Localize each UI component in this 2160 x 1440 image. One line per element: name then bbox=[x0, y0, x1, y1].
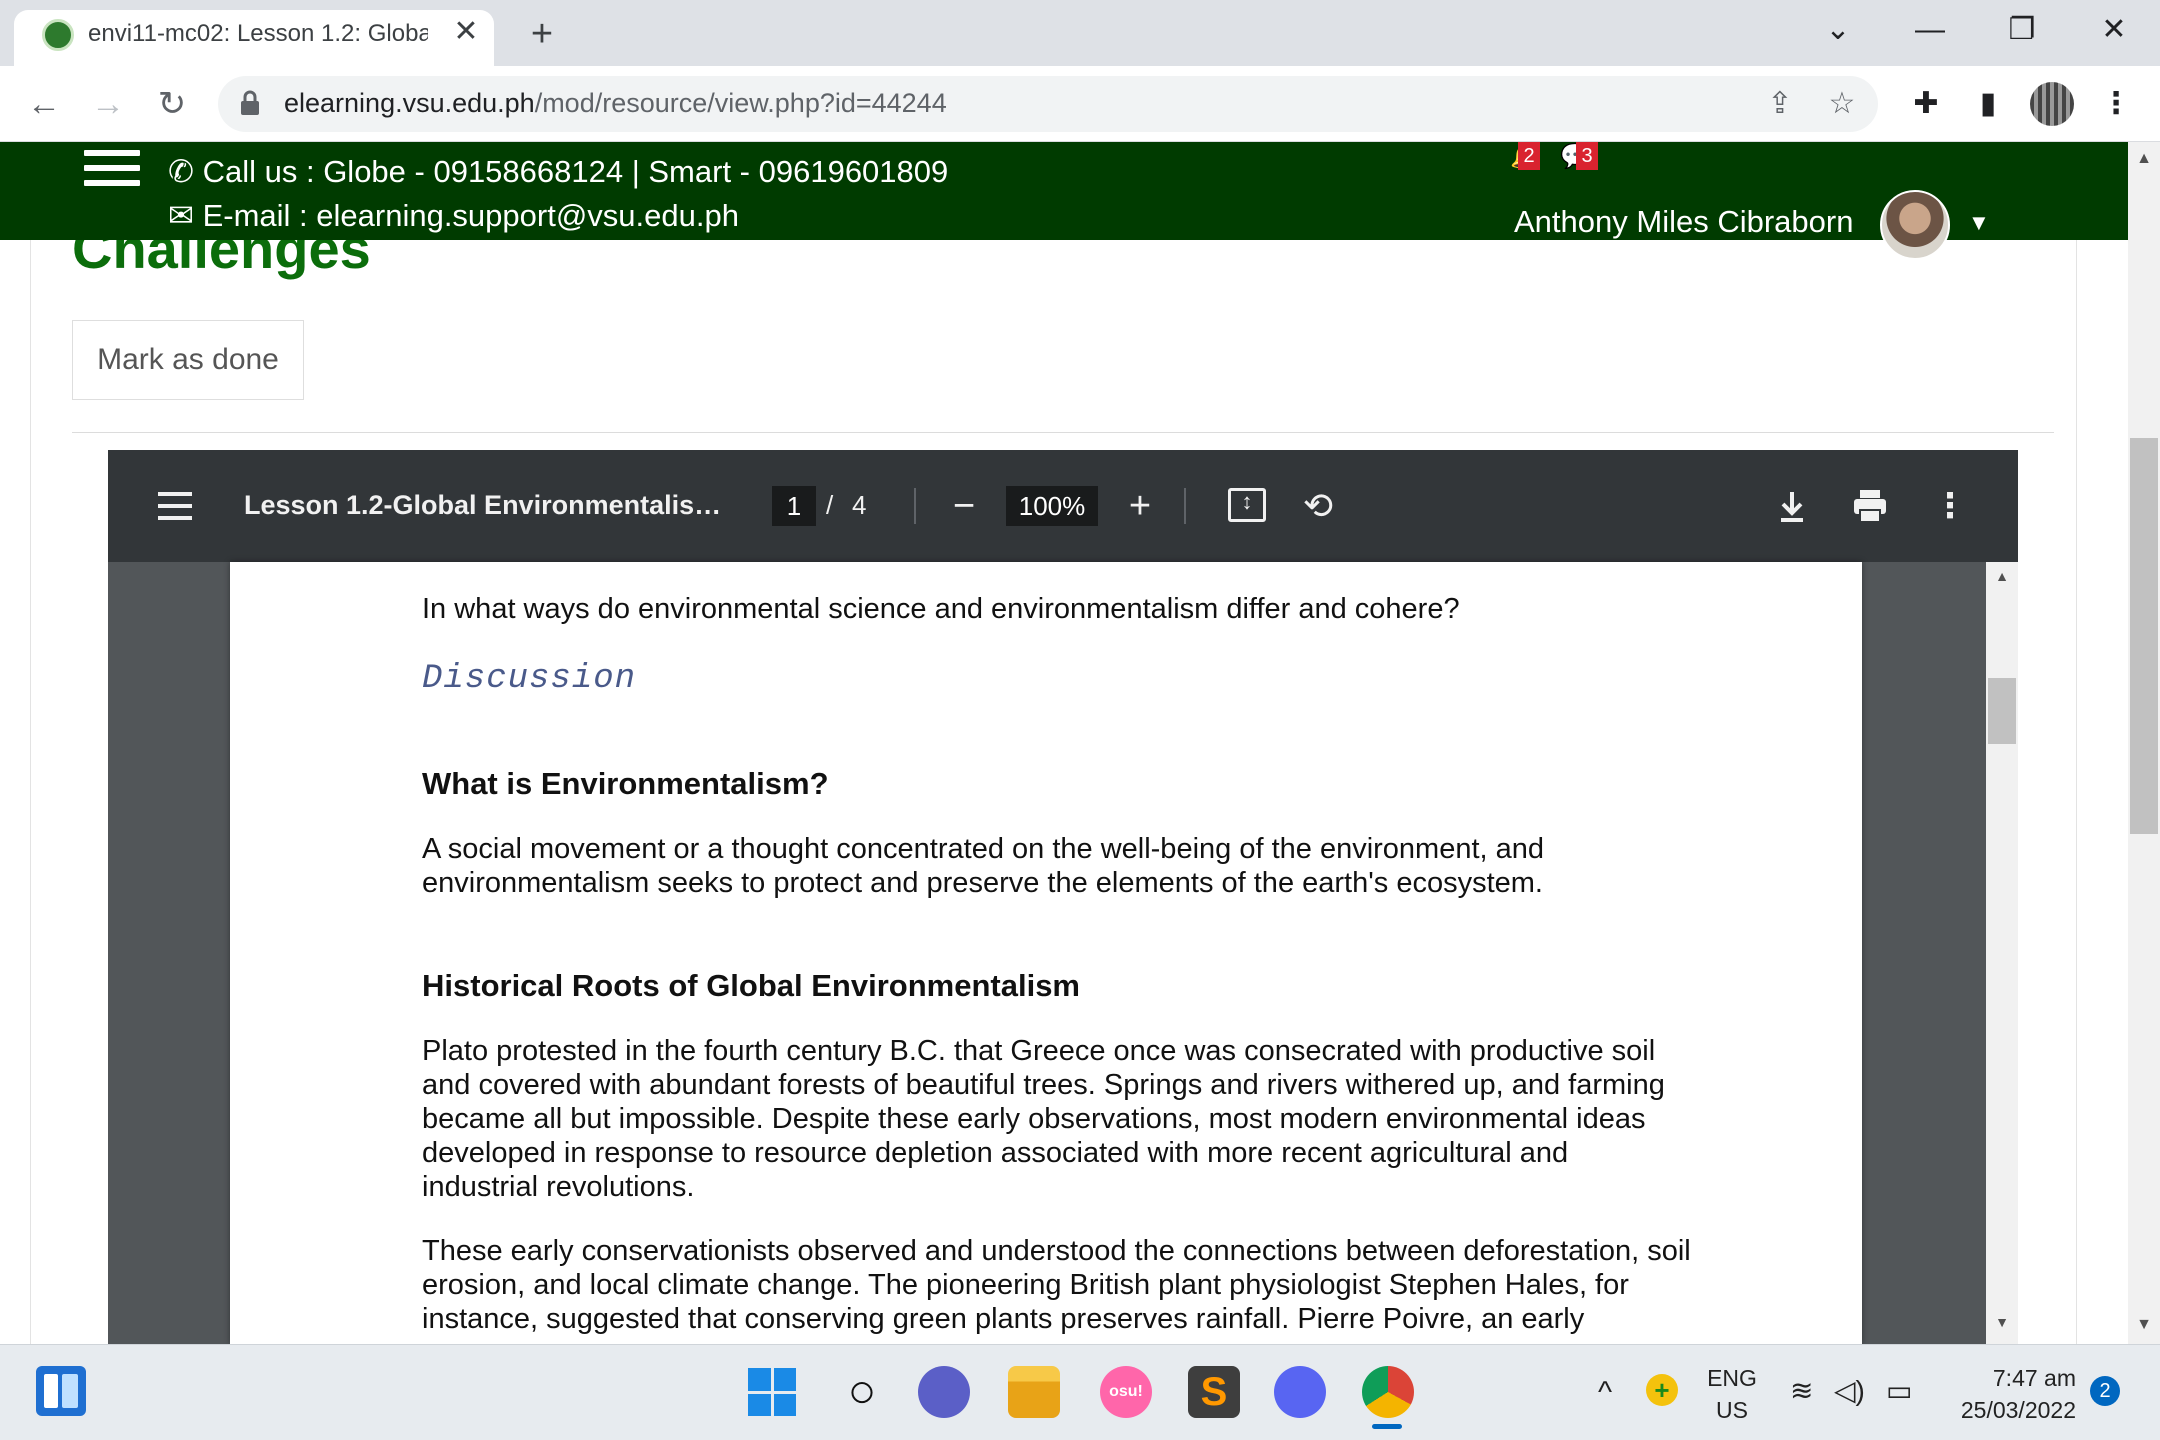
close-window-button[interactable]: ✕ bbox=[2084, 8, 2144, 52]
battery-icon[interactable]: ▭ bbox=[1886, 1374, 1912, 1407]
user-avatar[interactable] bbox=[1880, 190, 1950, 260]
active-app-indicator bbox=[1372, 1424, 1402, 1429]
notification-badge[interactable]: 2 bbox=[2090, 1376, 2120, 1406]
new-tab-button[interactable]: + bbox=[520, 12, 564, 56]
envelope-icon: ✉ bbox=[168, 198, 203, 233]
page-separator: / bbox=[826, 490, 834, 520]
pdf-question: In what ways do environmental science an… bbox=[422, 593, 1460, 625]
start-windows-icon[interactable] bbox=[748, 1368, 796, 1416]
minimize-button[interactable]: — bbox=[1900, 8, 1960, 52]
site-favicon-icon bbox=[42, 19, 74, 51]
scroll-down-arrow-icon[interactable]: ▼ bbox=[2130, 1316, 2158, 1338]
wifi-icon[interactable]: ≋ bbox=[1790, 1374, 1813, 1407]
messages-badge[interactable]: 3 bbox=[1576, 142, 1598, 170]
download-icon[interactable] bbox=[1770, 484, 1814, 528]
osu-app-icon[interactable]: osu! bbox=[1100, 1366, 1152, 1418]
phone-icon: ✆ bbox=[168, 154, 203, 189]
email-text: E-mail : elearning.support@vsu.edu.ph bbox=[202, 198, 739, 233]
content-border-left bbox=[30, 240, 31, 1344]
url-text[interactable]: elearning.vsu.edu.ph/mod/resource/view.p… bbox=[284, 88, 947, 119]
pdf-scroll-up-icon[interactable]: ▲ bbox=[1988, 568, 2016, 584]
pdf-paragraph: These early conservationists observed an… bbox=[422, 1235, 1691, 1335]
nav-drawer-menu-icon[interactable] bbox=[84, 150, 140, 194]
lock-icon bbox=[241, 90, 259, 115]
more-options-icon[interactable]: ⋮ bbox=[1930, 484, 1970, 528]
chevron-up-icon[interactable]: ^ bbox=[1598, 1376, 1612, 1410]
divider bbox=[72, 432, 2054, 433]
reload-icon[interactable]: ↻ bbox=[150, 82, 194, 126]
tab-title: envi11-mc02: Lesson 1.2: Global E bbox=[88, 20, 428, 47]
pdf-paragraph: A social movement or a thought concentra… bbox=[422, 833, 1545, 899]
file-explorer-icon[interactable] bbox=[1008, 1366, 1060, 1418]
pdf-page: In what ways do environmental science an… bbox=[230, 562, 1862, 1344]
language-code: ENG bbox=[1707, 1365, 1757, 1391]
forward-arrow-icon[interactable]: → bbox=[86, 82, 130, 126]
back-arrow-icon[interactable]: ← bbox=[22, 82, 66, 126]
teams-chat-icon[interactable] bbox=[918, 1366, 970, 1418]
user-name[interactable]: Anthony Miles Cibraborn bbox=[1514, 204, 1853, 240]
pdf-heading-historical-roots: Historical Roots of Global Environmental… bbox=[422, 968, 1080, 1003]
page-total: 4 bbox=[852, 490, 867, 520]
taskbar-search-icon[interactable]: ○ bbox=[836, 1366, 888, 1418]
call-us-text: Call us : Globe - 09158668124 | Smart - … bbox=[202, 154, 949, 189]
url-path: /mod/resource/view.php?id=44244 bbox=[534, 88, 947, 118]
zoom-in-button[interactable]: + bbox=[1120, 486, 1160, 526]
widgets-icon[interactable] bbox=[36, 1366, 86, 1416]
chrome-menu-icon[interactable]: ⋮ bbox=[2094, 82, 2138, 126]
url-host: elearning.vsu.edu.ph bbox=[284, 88, 535, 118]
tab-search-button[interactable]: ⌄ bbox=[1808, 8, 1868, 52]
discord-icon[interactable] bbox=[1274, 1366, 1326, 1418]
extensions-puzzle-icon[interactable]: ✚ bbox=[1904, 82, 1948, 126]
pdf-scroll-down-icon[interactable]: ▼ bbox=[1988, 1314, 2016, 1330]
region-code: US bbox=[1716, 1397, 1748, 1423]
pdf-outline-menu-icon[interactable] bbox=[158, 492, 192, 520]
chevron-down-icon[interactable]: ▼ bbox=[1968, 210, 1990, 236]
pdf-scrollbar-thumb[interactable] bbox=[1988, 678, 2016, 744]
zoom-level-input[interactable]: 100% bbox=[1006, 486, 1098, 526]
volume-icon[interactable]: ◁) bbox=[1834, 1374, 1865, 1407]
clock[interactable]: 7:47 am 25/03/2022 bbox=[1944, 1362, 2076, 1426]
sublime-text-icon[interactable]: S bbox=[1188, 1366, 1240, 1418]
zoom-out-button[interactable]: − bbox=[944, 486, 984, 526]
pdf-paragraph: Plato protested in the fourth century B.… bbox=[422, 1035, 1665, 1203]
pdf-title: Lesson 1.2-Global Environmentalism ... bbox=[244, 490, 734, 520]
side-panel-icon[interactable]: ▮ bbox=[1966, 82, 2010, 126]
page-scrollbar-thumb[interactable] bbox=[2130, 438, 2158, 834]
pdf-discussion-label: Discussion bbox=[422, 660, 637, 698]
mark-as-done-button[interactable]: Mark as done bbox=[72, 320, 304, 400]
share-icon[interactable]: ⇪ bbox=[1758, 82, 1802, 126]
bookmark-star-icon[interactable]: ☆ bbox=[1820, 82, 1864, 126]
toolbar-divider bbox=[1184, 488, 1186, 524]
page-number-input[interactable]: 1 bbox=[772, 486, 816, 526]
notifications-badge[interactable]: 2 bbox=[1518, 142, 1540, 170]
scroll-up-arrow-icon[interactable]: ▲ bbox=[2130, 150, 2158, 172]
fit-to-page-icon[interactable] bbox=[1228, 488, 1266, 522]
content-border-right bbox=[2076, 240, 2077, 1344]
tray-app-icon[interactable]: + bbox=[1646, 1374, 1678, 1406]
clock-date: 25/03/2022 bbox=[1960, 1397, 2076, 1423]
pdf-heading-environmentalism: What is Environmentalism? bbox=[422, 766, 829, 801]
clock-time: 7:47 am bbox=[1992, 1365, 2076, 1391]
print-icon[interactable] bbox=[1850, 486, 1890, 526]
tab-close-button[interactable]: ✕ bbox=[448, 14, 484, 50]
rotate-icon[interactable]: ⟲ bbox=[1296, 484, 1340, 528]
chrome-icon[interactable] bbox=[1362, 1366, 1414, 1418]
email-line: ✉ E-mail : elearning.support@vsu.edu.ph bbox=[168, 198, 739, 234]
restore-button[interactable]: ❐ bbox=[1992, 8, 2052, 52]
language-indicator[interactable]: ENG US bbox=[1704, 1362, 1760, 1426]
toolbar-divider bbox=[914, 488, 916, 524]
profile-avatar[interactable] bbox=[2030, 82, 2074, 126]
call-us-line: ✆ Call us : Globe - 09158668124 | Smart … bbox=[168, 154, 948, 190]
